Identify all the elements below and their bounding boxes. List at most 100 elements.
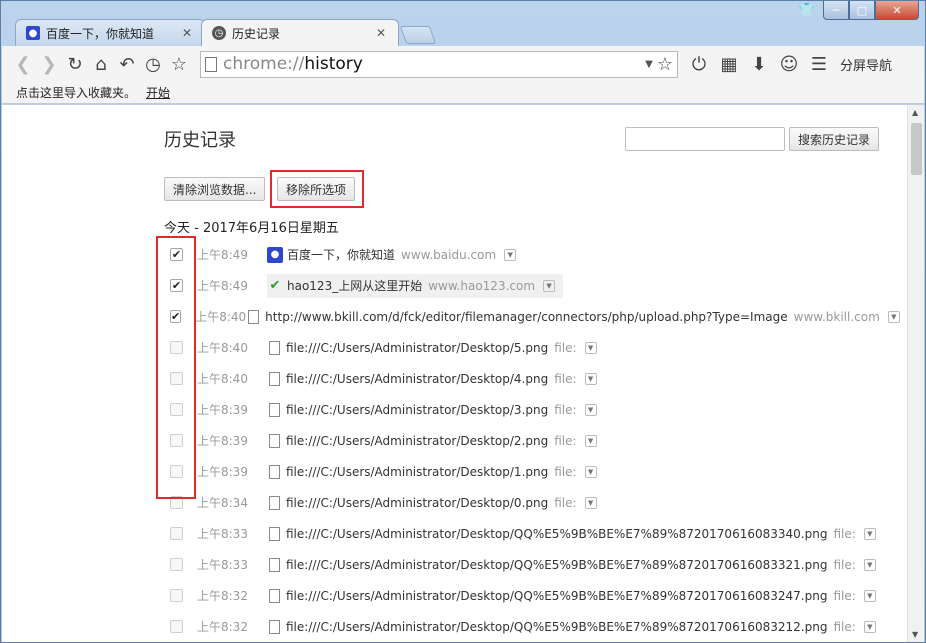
entry-title[interactable]: file:///C:/Users/Administrator/Desktop/0…	[286, 496, 548, 510]
history-entry[interactable]: ✔ 上午8:49 ✔ hao123_上网从这里开始 www.hao123.com ▼	[164, 270, 904, 301]
entry-link[interactable]: file:///C:/Users/Administrator/Desktop/5…	[267, 336, 605, 360]
url-text[interactable]: chrome://history	[223, 54, 645, 74]
apps-icon[interactable]: ▦	[716, 51, 742, 77]
new-tab-button[interactable]	[399, 26, 437, 44]
star-icon[interactable]: ☆	[166, 51, 192, 77]
page-title: 历史记录	[164, 130, 236, 151]
history-clock-icon[interactable]: ◷	[140, 51, 166, 77]
entry-menu-icon[interactable]: ▼	[863, 620, 876, 633]
user-icon[interactable]: ☺	[776, 51, 802, 77]
split-screen-nav[interactable]: 分屏导航	[840, 55, 892, 74]
scroll-thumb[interactable]	[911, 123, 922, 175]
entry-menu-icon[interactable]: ▼	[584, 434, 597, 447]
entry-menu-icon[interactable]: ▼	[584, 496, 597, 509]
tab-close-icon[interactable]: ✕	[182, 26, 192, 40]
entry-menu-icon[interactable]: ▼	[863, 527, 876, 540]
history-entry[interactable]: 上午8:40 file:///C:/Users/Administrator/Des…	[164, 363, 904, 394]
entry-link[interactable]: file:///C:/Users/Administrator/Desktop/4…	[267, 367, 605, 391]
entry-checkbox[interactable]	[170, 620, 183, 633]
entry-link[interactable]: file:///C:/Users/Administrator/Desktop/2…	[267, 429, 605, 453]
entry-domain: file:	[554, 464, 577, 479]
scroll-down-icon[interactable]: ▼	[912, 630, 918, 639]
entry-title[interactable]: http://www.bkill.com/d/fck/editor/filema…	[265, 310, 787, 324]
tab-history[interactable]: ◷ 历史记录 ✕	[201, 19, 399, 46]
history-search-input[interactable]	[625, 127, 785, 151]
history-entry[interactable]: 上午8:33 file:///C:/Users/Administrator/Des…	[164, 549, 904, 580]
download-icon[interactable]: ⬇	[746, 51, 772, 77]
entry-menu-icon[interactable]: ▼	[584, 465, 597, 478]
history-entry[interactable]: 上午8:39 file:///C:/Users/Administrator/Des…	[164, 456, 904, 487]
import-bookmarks-text[interactable]: 点击这里导入收藏夹。	[16, 84, 136, 101]
maximize-button[interactable]: □	[849, 1, 875, 20]
entry-title[interactable]: file:///C:/Users/Administrator/Desktop/5…	[286, 341, 548, 355]
history-entry[interactable]: 上午8:32 file:///C:/Users/Administrator/Des…	[164, 580, 904, 611]
entry-domain: file:	[554, 340, 577, 355]
history-entry[interactable]: 上午8:33 file:///C:/Users/Administrator/Des…	[164, 518, 904, 549]
skin-shirt-icon[interactable]: 👕	[799, 3, 815, 18]
entry-checkbox[interactable]	[170, 527, 183, 540]
entry-title[interactable]: file:///C:/Users/Administrator/Desktop/Q…	[286, 589, 827, 603]
entry-checkbox[interactable]	[170, 589, 183, 602]
entry-title[interactable]: file:///C:/Users/Administrator/Desktop/4…	[286, 372, 548, 386]
page-icon	[269, 340, 280, 355]
reload-icon[interactable]: ↻	[62, 51, 88, 77]
power-icon[interactable]: ⏻	[686, 51, 712, 77]
entry-link[interactable]: file:///C:/Users/Administrator/Desktop/0…	[267, 491, 605, 515]
entry-link[interactable]: file:///C:/Users/Administrator/Desktop/Q…	[267, 522, 884, 546]
close-window-button[interactable]: ✕	[875, 1, 919, 20]
entry-link[interactable]: file:///C:/Users/Administrator/Desktop/3…	[267, 398, 605, 422]
history-entry[interactable]: ✔ 上午8:40 http://www.bkill.com/d/fck/editor…	[164, 301, 904, 332]
scroll-up-icon[interactable]: ▲	[912, 108, 918, 117]
history-entry[interactable]: ✔ 上午8:49 ● 百度一下，你就知道 www.baidu.com ▼	[164, 239, 904, 270]
tab-baidu[interactable]: ● 百度一下，你就知道 ✕	[15, 19, 205, 46]
entry-menu-icon[interactable]: ▼	[584, 372, 597, 385]
entry-title[interactable]: file:///C:/Users/Administrator/Desktop/3…	[286, 403, 548, 417]
entry-link[interactable]: file:///C:/Users/Administrator/Desktop/1…	[267, 460, 605, 484]
history-entry[interactable]: 上午8:39 file:///C:/Users/Administrator/Des…	[164, 425, 904, 456]
entry-link[interactable]: ✔ hao123_上网从这里开始 www.hao123.com ▼	[267, 273, 564, 298]
dropdown-icon[interactable]: ▼	[645, 59, 653, 70]
entry-title[interactable]: file:///C:/Users/Administrator/Desktop/2…	[286, 434, 548, 448]
minimize-button[interactable]: ─	[823, 1, 849, 20]
entry-title[interactable]: 百度一下，你就知道	[287, 246, 395, 263]
address-bar[interactable]: chrome://history ▼ ☆	[200, 50, 678, 78]
menu-icon[interactable]: ☰	[806, 51, 832, 77]
entry-menu-icon[interactable]: ▼	[584, 403, 597, 416]
entry-menu-icon[interactable]: ▼	[863, 589, 876, 602]
date-heading: 今天 - 2017年6月16日星期五	[164, 221, 339, 236]
back-icon[interactable]: ❮	[10, 51, 36, 77]
entry-menu-icon[interactable]: ▼	[887, 310, 900, 323]
history-entry[interactable]: 上午8:34 file:///C:/Users/Administrator/Des…	[164, 487, 904, 518]
search-history-button[interactable]: 搜索历史记录	[789, 127, 880, 151]
entry-checkbox[interactable]	[170, 558, 183, 571]
entry-title[interactable]: file:///C:/Users/Administrator/Desktop/1…	[286, 465, 548, 479]
history-entry[interactable]: 上午8:40 file:///C:/Users/Administrator/Des…	[164, 332, 904, 363]
entry-link[interactable]: ● 百度一下，你就知道 www.baidu.com ▼	[267, 243, 524, 267]
baidu-paw-icon: ●	[267, 246, 283, 263]
entry-title[interactable]: file:///C:/Users/Administrator/Desktop/Q…	[286, 527, 827, 541]
entry-time: 上午8:33	[197, 527, 248, 541]
home-icon[interactable]: ⌂	[88, 51, 114, 77]
entry-menu-icon[interactable]: ▼	[584, 341, 597, 354]
clear-browsing-data-button[interactable]: 清除浏览数据...	[164, 177, 266, 201]
entry-title[interactable]: hao123_上网从这里开始	[287, 277, 422, 294]
entry-link[interactable]: file:///C:/Users/Administrator/Desktop/Q…	[267, 615, 884, 639]
bookmark-star-icon[interactable]: ☆	[657, 54, 673, 75]
forward-icon[interactable]: ❯	[36, 51, 62, 77]
history-entry[interactable]: 上午8:32 file:///C:/Users/Administrator/Des…	[164, 611, 904, 642]
history-entry[interactable]: 上午8:39 file:///C:/Users/Administrator/Des…	[164, 394, 904, 425]
tab-close-icon[interactable]: ✕	[376, 26, 386, 40]
start-link[interactable]: 开始	[146, 84, 170, 101]
entry-link[interactable]: file:///C:/Users/Administrator/Desktop/Q…	[267, 584, 884, 608]
entry-link[interactable]: http://www.bkill.com/d/fck/editor/filema…	[246, 305, 908, 329]
entry-title[interactable]: file:///C:/Users/Administrator/Desktop/Q…	[286, 620, 827, 634]
entry-title[interactable]: file:///C:/Users/Administrator/Desktop/Q…	[286, 558, 827, 572]
entry-menu-icon[interactable]: ▼	[863, 558, 876, 571]
entry-link[interactable]: file:///C:/Users/Administrator/Desktop/Q…	[267, 553, 884, 577]
undo-close-icon[interactable]: ↶	[114, 51, 140, 77]
entry-menu-icon[interactable]: ▼	[504, 248, 517, 261]
page-icon	[269, 557, 280, 572]
entry-menu-icon[interactable]: ▼	[543, 279, 556, 292]
entry-time: 上午8:49	[197, 248, 248, 262]
scrollbar[interactable]: ▲ ▼	[907, 105, 924, 642]
